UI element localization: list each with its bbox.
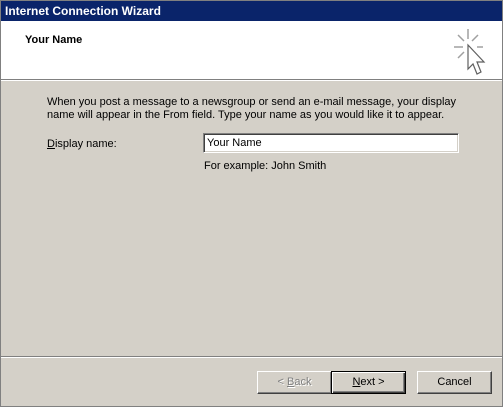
wizard-window: Internet Connection Wizard Your Name Whe… [0, 0, 503, 407]
next-button[interactable]: Next > [331, 371, 406, 394]
wizard-sparkle-cursor-icon [454, 29, 486, 75]
footer-divider-highlight [1, 357, 502, 358]
display-name-label-accel: D [47, 138, 55, 150]
wizard-header: Your Name [1, 21, 502, 79]
display-name-input[interactable] [203, 133, 459, 153]
back-button[interactable]: < Back [257, 371, 332, 394]
display-name-label: Display name: [47, 138, 117, 150]
display-name-label-rest: isplay name: [54, 138, 117, 150]
page-title: Your Name [25, 34, 83, 46]
example-hint: For example: John Smith [204, 160, 327, 172]
cancel-button[interactable]: Cancel [417, 371, 492, 394]
instructions-text: When you post a message to a newsgroup o… [47, 96, 457, 121]
back-button-prefix: < [277, 376, 287, 388]
window-title: Internet Connection Wizard [1, 1, 502, 21]
next-button-rest: ext > [360, 376, 385, 388]
header-divider-highlight [1, 80, 502, 81]
back-button-rest: ack [294, 376, 312, 388]
